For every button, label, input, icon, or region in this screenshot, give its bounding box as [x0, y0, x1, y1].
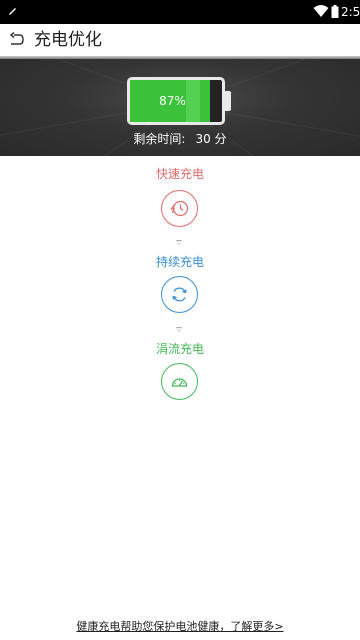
- notification-icon: [9, 8, 16, 15]
- stage-label: 快速充电: [155, 167, 204, 181]
- down-arrow-icon: [176, 240, 182, 245]
- remaining-time: 剩余时间: 30 分: [0, 131, 360, 147]
- app-toolbar: 充电优化: [0, 24, 360, 58]
- back-arrow-icon[interactable]: [10, 32, 24, 48]
- page-title: 充电优化: [34, 30, 102, 50]
- fast-charge-clock-icon: [161, 190, 198, 227]
- status-bar: 2:57: [0, 0, 360, 24]
- remaining-time-label: 剩余时间:: [133, 132, 186, 146]
- battery-graphic: 87%: [127, 77, 231, 125]
- stage-label: 持续充电: [155, 255, 204, 269]
- battery-status-panel: 87% 剩余时间: 30 分: [0, 59, 360, 156]
- down-arrow-icon: [176, 327, 182, 332]
- battery-percent: 87%: [159, 94, 186, 108]
- battery-icon: [331, 5, 339, 18]
- sync-cycle-icon: [161, 276, 198, 313]
- gauge-icon: [161, 363, 198, 400]
- wifi-icon: [313, 5, 329, 17]
- stage-label: 涓流充电: [155, 342, 204, 356]
- learn-more-link[interactable]: 健康充电帮助您保护电池健康，了解更多>: [0, 620, 360, 634]
- remaining-time-value: 30 分: [195, 132, 227, 146]
- battery-cap: [225, 91, 231, 111]
- status-time: 2:57: [341, 5, 360, 19]
